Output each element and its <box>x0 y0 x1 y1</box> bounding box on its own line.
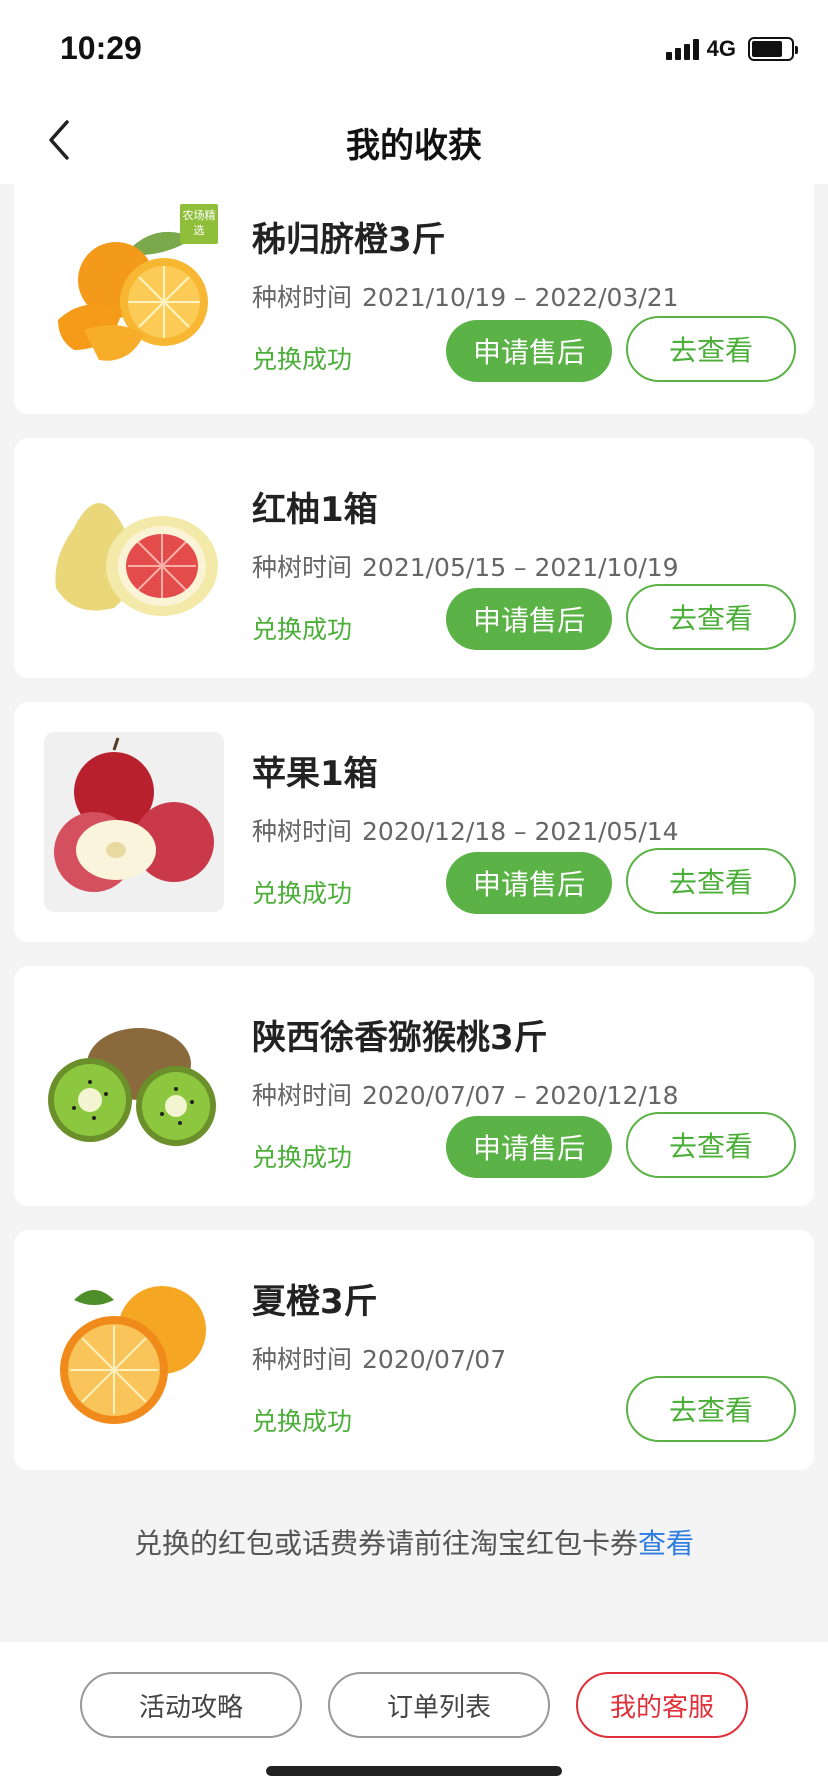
apple-image <box>44 732 224 912</box>
kiwi-image <box>44 996 224 1176</box>
view-button[interactable]: 去查看 <box>626 1376 796 1442</box>
battery-icon <box>748 37 798 61</box>
home-indicator[interactable] <box>266 1766 562 1776</box>
order-list-button[interactable]: 订单列表 <box>328 1672 550 1738</box>
customer-service-button[interactable]: 我的客服 <box>576 1672 748 1738</box>
status-text: 兑换成功 <box>252 615 353 644</box>
plant-period-value: 2021/10/19 – 2022/03/21 <box>362 283 679 312</box>
harvest-title: 红柚1箱 <box>252 490 378 530</box>
activity-guide-button[interactable]: 活动攻略 <box>80 1672 302 1738</box>
view-button[interactable]: 去查看 <box>626 1112 796 1178</box>
view-button[interactable]: 去查看 <box>626 848 796 914</box>
red-pomelo-image <box>44 468 224 648</box>
navel-orange-image: 农场精选 <box>44 200 224 380</box>
plant-period-label: 种树时间 <box>252 283 353 312</box>
plant-period-value: 2021/05/15 – 2021/10/19 <box>362 553 679 582</box>
harvest-title: 陕西徐香猕猴桃3斤 <box>252 1018 548 1058</box>
status-time: 10:29 <box>60 30 142 66</box>
harvest-title: 夏橙3斤 <box>252 1282 378 1322</box>
harvest-card: 夏橙3斤 种树时间 2020/07/07 兑换成功 去查看 <box>14 1230 814 1470</box>
summer-orange-image <box>44 1260 224 1440</box>
plant-period: 种树时间 2020/07/07 – 2020/12/18 <box>252 1076 679 1112</box>
harvest-card: 农场精选 秭归脐橙3斤 种树时间 2021/10/19 – 2022/03/21 … <box>14 184 814 414</box>
network-label: 4G <box>706 36 736 61</box>
plant-period-value: 2020/12/18 – 2021/05/14 <box>362 817 679 846</box>
aftersale-button[interactable]: 申请售后 <box>446 852 612 914</box>
harvest-list: 农场精选 秭归脐橙3斤 种树时间 2021/10/19 – 2022/03/21 … <box>14 184 814 1494</box>
view-button[interactable]: 去查看 <box>626 584 796 650</box>
view-button[interactable]: 去查看 <box>626 316 796 382</box>
status-icons: 4G <box>665 36 798 62</box>
coupon-notice: 兑换的红包或话费券请前往淘宝红包卡券查看 <box>0 1522 828 1562</box>
harvest-card: 红柚1箱 种树时间 2021/05/15 – 2021/10/19 兑换成功 申请… <box>14 438 814 678</box>
plant-period-value: 2020/07/07 – 2020/12/18 <box>362 1081 679 1110</box>
farm-select-badge: 农场精选 <box>180 204 218 244</box>
harvest-card: 苹果1箱 种树时间 2020/12/18 – 2021/05/14 兑换成功 申请… <box>14 702 814 942</box>
nav-bar: 我的收获 <box>0 96 828 184</box>
harvest-title: 秭归脐橙3斤 <box>252 220 446 260</box>
plant-period-value: 2020/07/07 <box>362 1345 507 1374</box>
status-text: 兑换成功 <box>252 345 353 374</box>
coupon-notice-text: 兑换的红包或话费券请前往淘宝红包卡券 <box>133 1527 638 1560</box>
status-text: 兑换成功 <box>252 879 353 908</box>
plant-period-label: 种树时间 <box>252 1081 353 1110</box>
harvest-card: 陕西徐香猕猴桃3斤 种树时间 2020/07/07 – 2020/12/18 兑换… <box>14 966 814 1206</box>
aftersale-button[interactable]: 申请售后 <box>446 320 612 382</box>
plant-period-label: 种树时间 <box>252 1345 353 1374</box>
plant-period: 种树时间 2021/05/15 – 2021/10/19 <box>252 548 679 584</box>
status-text: 兑换成功 <box>252 1143 353 1172</box>
plant-period: 种树时间 2020/07/07 <box>252 1340 506 1376</box>
signal-icon <box>665 38 699 60</box>
aftersale-button[interactable]: 申请售后 <box>446 1116 612 1178</box>
plant-period: 种树时间 2021/10/19 – 2022/03/21 <box>252 278 679 314</box>
harvest-title: 苹果1箱 <box>252 754 378 794</box>
aftersale-button[interactable]: 申请售后 <box>446 588 612 650</box>
status-bar: 10:29 4G <box>0 0 828 96</box>
plant-period: 种树时间 2020/12/18 – 2021/05/14 <box>252 812 679 848</box>
status-text: 兑换成功 <box>252 1407 353 1436</box>
coupon-view-link[interactable]: 查看 <box>638 1527 694 1560</box>
plant-period-label: 种树时间 <box>252 553 353 582</box>
footer-bar: 活动攻略 订单列表 我的客服 <box>0 1642 828 1792</box>
plant-period-label: 种树时间 <box>252 817 353 846</box>
page-title: 我的收获 <box>346 126 482 166</box>
